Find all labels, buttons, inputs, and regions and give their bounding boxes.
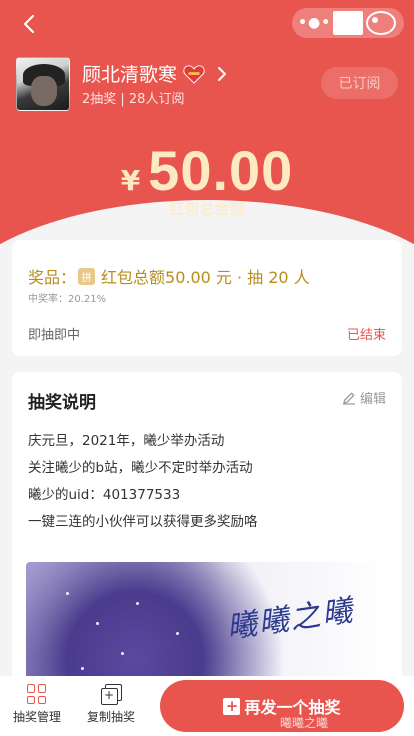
back-button[interactable] bbox=[16, 10, 46, 40]
copy-label: 复制抽奖 bbox=[86, 710, 135, 724]
hero-header: •●• 顾北清歌寒 2抽奖 | 28人订阅 已订阅 ¥ 50.00 红包总金额 bbox=[0, 0, 414, 250]
amount-label: 红包总金额 bbox=[169, 200, 245, 218]
copy-icon: + bbox=[101, 684, 122, 705]
banner-sparkle bbox=[81, 667, 84, 670]
username: 顾北清歌寒 bbox=[82, 64, 178, 86]
prize-text: 红包总额50.00 元 · 抽 20 人 bbox=[101, 268, 310, 287]
more-dots-icon: •●• bbox=[298, 15, 332, 31]
username-row[interactable]: 顾北清歌寒 bbox=[82, 60, 229, 87]
prize-card: 奖品： 拼 红包总额50.00 元 · 抽 20 人 中奖率：20.21% 即抽… bbox=[12, 240, 402, 356]
edit-button[interactable]: 编辑 bbox=[342, 388, 386, 407]
grid-icon bbox=[27, 684, 47, 704]
group-badge-icon: 拼 bbox=[78, 267, 96, 285]
description-title: 抽奖说明 bbox=[28, 393, 96, 413]
banner-calligraphy: 曦曦之曦 bbox=[224, 593, 357, 646]
manage-label: 抽奖管理 bbox=[12, 710, 61, 724]
minimize-button[interactable] bbox=[332, 11, 363, 35]
close-target-icon bbox=[366, 11, 397, 35]
minimize-icon bbox=[332, 11, 363, 35]
banner-sparkle bbox=[176, 632, 179, 635]
chevron-left-icon bbox=[23, 14, 35, 34]
banner-sparkle bbox=[136, 602, 139, 605]
amount-row: ¥ 50.00 bbox=[0, 138, 414, 203]
banner-sparkle bbox=[66, 592, 69, 595]
plus-icon: + bbox=[223, 697, 241, 715]
description-line: 庆元旦，2021年，曦少举办活动 bbox=[28, 433, 225, 449]
description-line: 曦少的uid：401377533 bbox=[28, 487, 181, 503]
manage-lottery-button[interactable]: 抽奖管理 bbox=[2, 684, 72, 725]
banner-sparkle bbox=[121, 652, 124, 655]
mini-program-capsule: •●• bbox=[292, 8, 404, 38]
copy-lottery-button[interactable]: + 复制抽奖 bbox=[76, 684, 146, 725]
banner-image: 曦曦之曦 bbox=[26, 562, 388, 692]
description-line: 一键三连的小伙伴可以获得更多奖励咯 bbox=[28, 514, 258, 530]
status-badge: 已结束 bbox=[346, 328, 386, 343]
edit-label: 编辑 bbox=[359, 392, 386, 407]
close-button[interactable] bbox=[366, 11, 397, 35]
profile-stats: 2抽奖 | 28人订阅 bbox=[82, 92, 185, 107]
banner-sparkle bbox=[96, 622, 99, 625]
heart-icon bbox=[183, 64, 205, 84]
chevron-right-icon bbox=[218, 66, 227, 81]
more-button[interactable]: •●• bbox=[298, 11, 332, 35]
currency-symbol: ¥ bbox=[120, 164, 141, 197]
pencil-icon bbox=[342, 392, 355, 405]
win-rate: 中奖率：20.21% bbox=[28, 294, 107, 305]
prize-prefix: 奖品： bbox=[28, 268, 77, 287]
subscribed-button[interactable]: 已订阅 bbox=[321, 67, 398, 99]
prize-line: 奖品： 拼 红包总额50.00 元 · 抽 20 人 bbox=[28, 264, 310, 288]
avatar-face bbox=[31, 76, 57, 106]
draw-mode: 即抽即中 bbox=[28, 328, 81, 343]
watermark: 曦曦之曦 bbox=[280, 716, 329, 730]
avatar[interactable] bbox=[16, 57, 70, 111]
description-lines: 庆元旦，2021年，曦少举办活动 关注曦少的b站，曦少不定时举办活动 曦少的ui… bbox=[28, 428, 258, 536]
description-card: 抽奖说明 编辑 庆元旦，2021年，曦少举办活动 关注曦少的b站，曦少不定时举办… bbox=[12, 372, 402, 692]
total-amount: 50.00 bbox=[148, 139, 294, 202]
description-line: 关注曦少的b站，曦少不定时举办活动 bbox=[28, 460, 253, 476]
